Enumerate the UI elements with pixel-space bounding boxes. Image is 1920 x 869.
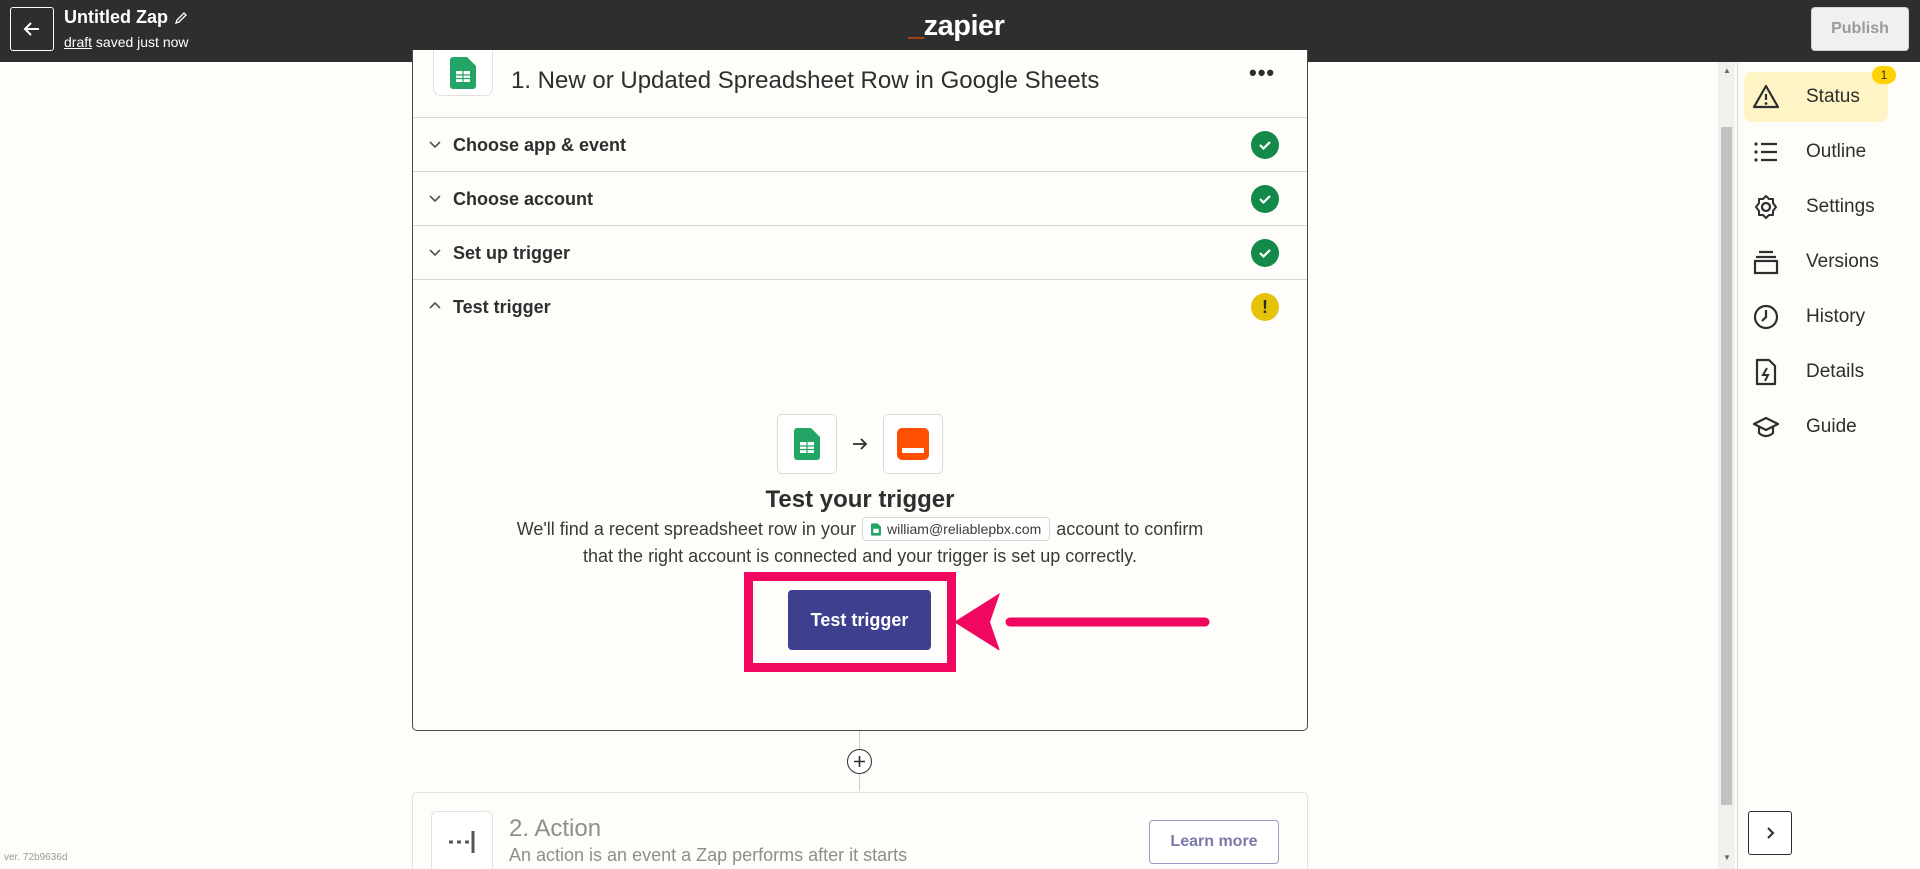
warning-icon — [1752, 84, 1780, 109]
file-bolt-icon — [1755, 358, 1777, 386]
check-icon — [1251, 239, 1279, 267]
scrollbar[interactable]: ▲ ▼ — [1718, 62, 1735, 869]
test-description-line2: that the right account is connected and … — [583, 546, 1137, 566]
section-label: Set up trigger — [453, 243, 571, 263]
action-step-card[interactable]: 2. Action An action is an event a Zap pe… — [412, 792, 1308, 869]
sidebar-item-details[interactable]: Details — [1744, 347, 1888, 397]
section-label: Choose app & event — [453, 135, 627, 155]
section-choose-account[interactable]: Choose account — [413, 172, 1307, 226]
draft-link[interactable]: draft — [64, 34, 92, 50]
sidebar-item-label: History — [1806, 306, 1866, 327]
account-chip: william@reliablepbx.com — [861, 517, 1051, 541]
google-sheets-app-icon — [433, 50, 493, 96]
action-description: An action is an event a Zap performs aft… — [509, 845, 908, 865]
chevron-down-icon — [429, 195, 441, 203]
zap-title-text[interactable]: Untitled Zap — [64, 7, 168, 28]
section-set-up-trigger[interactable]: Set up trigger — [413, 226, 1307, 280]
sidebar-item-settings[interactable]: Settings — [1744, 182, 1888, 232]
collapse-sidebar-button[interactable] — [1748, 811, 1792, 855]
graduation-cap-icon — [1752, 416, 1780, 438]
check-icon — [1251, 131, 1279, 159]
sidebar-item-outline[interactable]: Outline — [1744, 127, 1888, 177]
plus-icon — [854, 756, 865, 767]
chevron-right-icon — [1767, 827, 1775, 839]
scroll-down-arrow-icon[interactable]: ▼ — [1723, 853, 1731, 862]
version-text: ver. 72b9636d — [4, 852, 68, 863]
trigger-card-header: 1. New or Updated Spreadsheet Row in Goo… — [413, 50, 1307, 118]
action-title: 2. Action — [509, 815, 602, 842]
sidebar-item-label: Settings — [1806, 196, 1875, 217]
sidebar-item-history[interactable]: History — [1744, 292, 1888, 342]
back-button[interactable] — [10, 7, 54, 51]
google-sheets-icon — [870, 522, 881, 536]
app-flow-icons — [777, 414, 943, 474]
test-heading: Test your trigger — [765, 486, 955, 513]
sidebar-item-versions[interactable]: Versions — [1744, 237, 1888, 287]
test-trigger-button[interactable]: Test trigger — [788, 590, 931, 650]
arrow-left-icon — [23, 22, 39, 36]
google-sheets-icon — [794, 428, 820, 460]
section-label: Choose account — [453, 189, 594, 209]
sidebar-item-status[interactable]: Status 1 — [1744, 66, 1896, 122]
save-status-text: saved just now — [95, 34, 189, 50]
section-test-trigger[interactable]: Test trigger ! — [413, 280, 1307, 334]
zap-title[interactable]: Untitled Zap — [64, 7, 188, 28]
zap-save-status: draft saved just now — [64, 34, 189, 50]
sidebar-item-label: Details — [1806, 361, 1865, 382]
clock-icon — [1753, 304, 1779, 330]
right-sidebar: Status 1 Outline Settings Versions Histo… — [1737, 62, 1920, 869]
sidebar-item-label: Versions — [1806, 251, 1879, 272]
arrow-right-icon — [853, 438, 868, 450]
sidebar-item-label: Outline — [1806, 141, 1867, 162]
action-placeholder-icon — [431, 811, 493, 869]
zapier-app-icon — [897, 428, 929, 460]
trigger-step-title[interactable]: 1. New or Updated Spreadsheet Row in Goo… — [511, 67, 1099, 95]
add-step-button[interactable] — [847, 749, 872, 774]
chevron-down-icon — [429, 249, 441, 257]
section-choose-app-event[interactable]: Choose app & event — [413, 118, 1307, 172]
google-sheets-app-box — [777, 414, 837, 474]
warning-circle-icon: ! — [1251, 293, 1279, 321]
publish-button[interactable]: Publish — [1811, 7, 1909, 51]
gear-icon — [1755, 195, 1777, 219]
sidebar-item-label: Guide — [1806, 416, 1857, 437]
status-badge: 1 — [1872, 66, 1896, 84]
learn-more-button[interactable]: Learn more — [1149, 820, 1279, 864]
versions-icon — [1753, 250, 1779, 275]
sidebar-item-guide[interactable]: Guide — [1744, 402, 1888, 452]
pencil-icon[interactable] — [174, 11, 188, 25]
annotation-arrow-icon — [954, 593, 1210, 650]
scroll-thumb[interactable] — [1721, 127, 1732, 805]
zapier-app-box — [883, 414, 943, 474]
chevron-up-icon — [429, 301, 441, 309]
google-sheets-icon — [450, 56, 476, 89]
chevron-down-icon — [429, 141, 441, 149]
zapier-logo: _zapier — [908, 10, 1005, 42]
check-icon — [1251, 185, 1279, 213]
scroll-up-arrow-icon[interactable]: ▲ — [1723, 66, 1731, 75]
section-label: Test trigger — [453, 297, 551, 317]
test-description-line1: We'll find a recent spreadsheet row in y… — [412, 517, 1308, 541]
sidebar-item-label: Status — [1806, 86, 1860, 107]
list-icon — [1754, 142, 1777, 162]
more-options-icon[interactable]: ••• — [1249, 60, 1275, 86]
